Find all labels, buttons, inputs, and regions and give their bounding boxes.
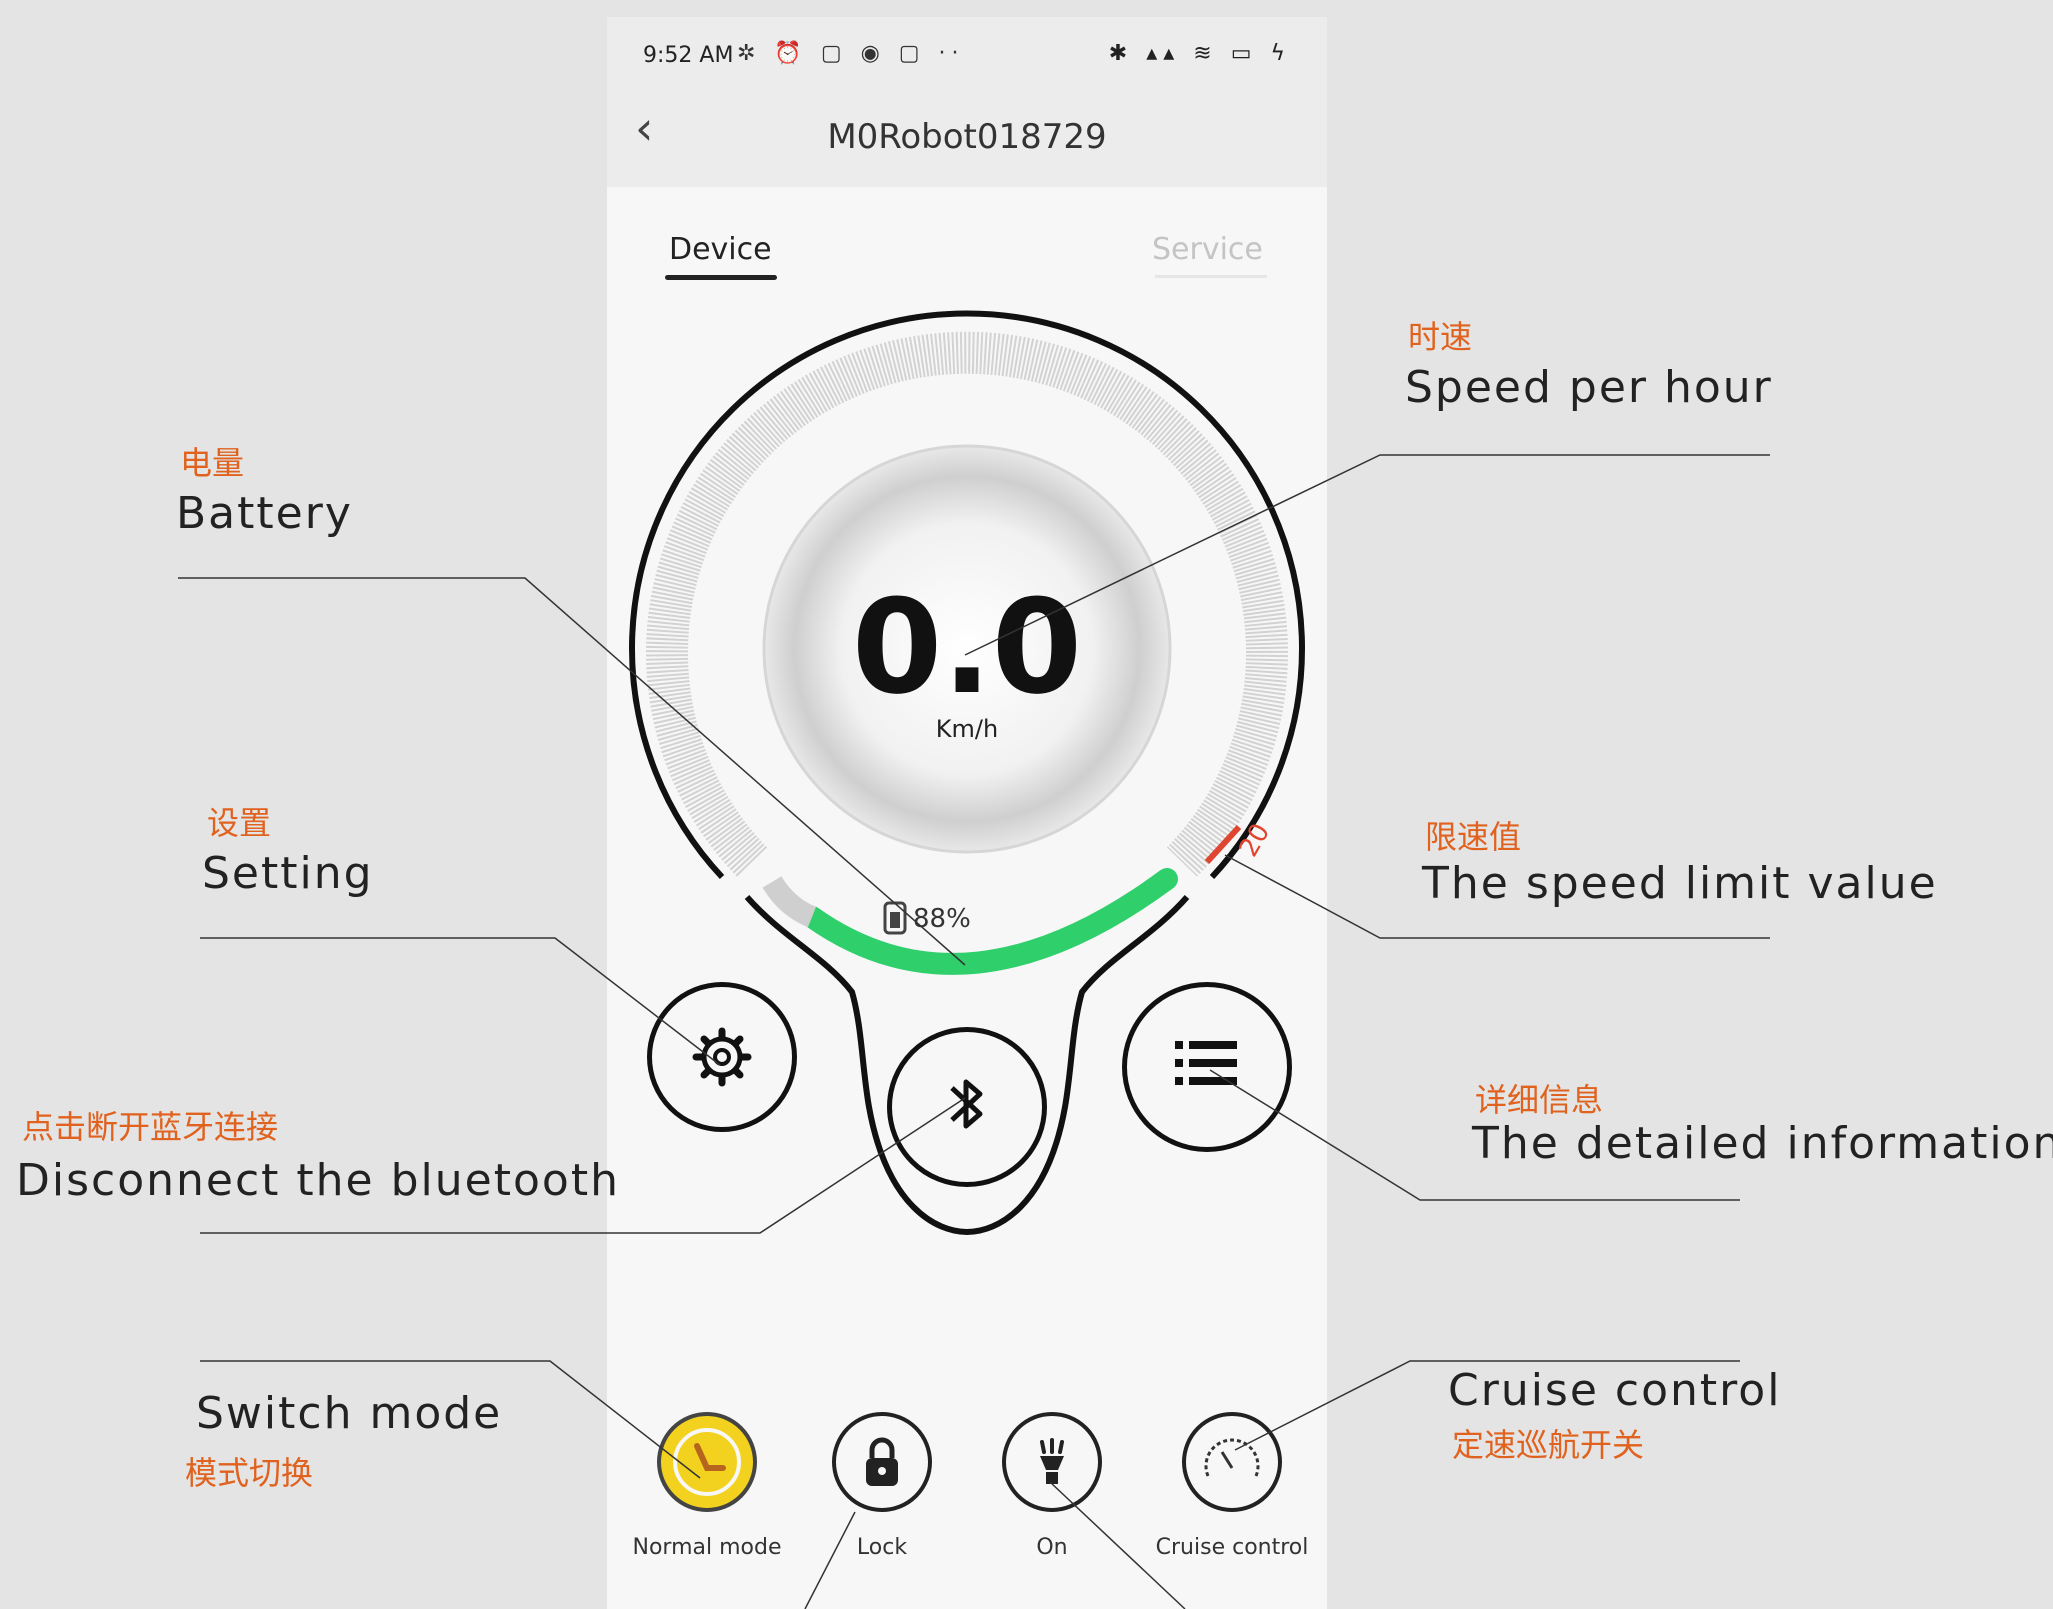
annotation-speed-en: Speed per hour [1405,362,1773,413]
gear-icon [692,1027,752,1087]
annotation-cruise-cn: 定速巡航开关 [1452,1426,1645,1464]
bluetooth-icon [950,1079,983,1129]
list-icon [1175,1041,1237,1085]
annotation-speed-cn: 时速 [1408,318,1473,356]
battery-icon-fill [890,912,900,928]
annotation-limit-cn: 限速值 [1425,818,1522,856]
annotation-battery-cn: 电量 [180,444,245,482]
light-label: On [1036,1535,1068,1560]
normal-mode-icon [673,1428,741,1496]
lock-button[interactable] [832,1412,932,1512]
battery-empty-arc [762,876,817,928]
details-button[interactable] [1122,982,1292,1152]
speed-value: 0.0 [851,571,1083,723]
annotation-setting-en: Setting [202,848,374,899]
cruise-control-button[interactable] [1182,1412,1282,1512]
bluetooth-disconnect-button[interactable] [887,1027,1047,1187]
flashlight-icon [1040,1438,1064,1484]
lock-icon [866,1437,898,1486]
annotation-mode-cn: 模式切换 [185,1454,314,1492]
annotation-setting-cn: 设置 [207,804,272,842]
light-button[interactable] [1002,1412,1102,1512]
annotation-bluetooth-cn: 点击断开蓝牙连接 [22,1108,279,1146]
speedometer-icon [1204,1438,1260,1477]
settings-button[interactable] [647,982,797,1132]
cruise-control-label: Cruise control [1155,1535,1309,1560]
annotation-mode-en: Switch mode [196,1388,503,1439]
annotation-bluetooth-en: Disconnect the bluetooth [16,1155,620,1206]
battery-level-arc [801,868,1178,975]
annotation-cruise-en: Cruise control [1448,1365,1782,1416]
battery-percentage: 88% [913,904,971,934]
annotation-detail-cn: 详细信息 [1475,1081,1604,1119]
annotation-detail-en: The detailed information [1472,1118,2053,1169]
speed-limit-value: 20 [1234,819,1277,863]
lock-label: Lock [856,1535,908,1560]
annotation-limit-en: The speed limit value [1422,858,1938,909]
speed-unit: Km/h [935,715,999,743]
normal-mode-label: Normal mode [632,1535,782,1560]
normal-mode-button[interactable] [657,1412,757,1512]
dashboard-gauge: 20 [629,310,1305,1236]
annotation-battery-en: Battery [176,488,353,539]
phone-screen: 9:52 AM ✲ ⏰ ▢ ◉ ▢ ·· ✱ ▴▴ ≋ ▭ ϟ ‹ M0Robo… [607,17,1327,1609]
